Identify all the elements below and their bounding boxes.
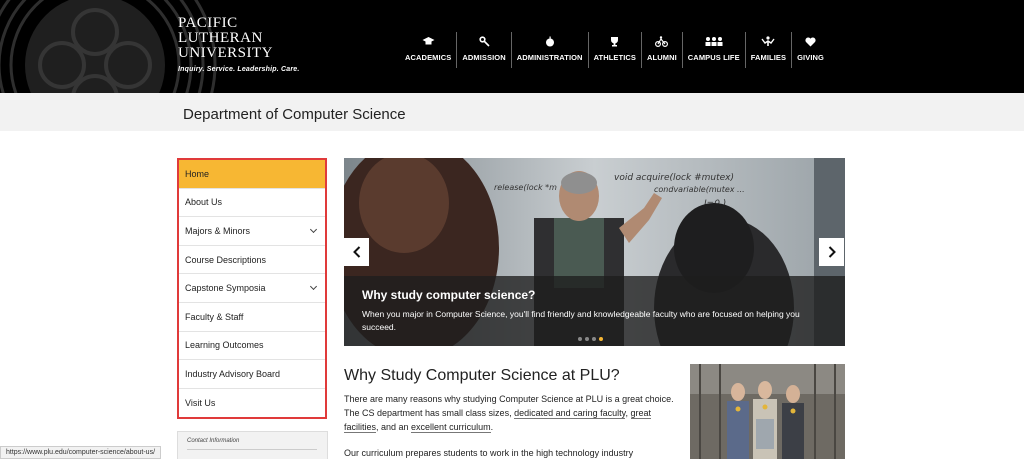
trophy-icon (609, 35, 620, 48)
contact-information-box: Contact Information (177, 431, 328, 459)
sidebar-item-industry-advisory-board[interactable]: Industry Advisory Board (179, 360, 325, 389)
nav-label: FAMILIES (750, 53, 787, 62)
nav-alumni[interactable]: ALUMNI (642, 32, 683, 68)
sidebar-item-label: Majors & Minors (185, 225, 251, 236)
sidebar-item-about-us[interactable]: About Us (179, 189, 325, 218)
key-icon (478, 35, 490, 48)
main-navigation: ACADEMICS ADMISSION ADMINISTRATION ATHLE… (400, 32, 829, 68)
chevron-left-icon (352, 246, 360, 258)
sidebar-item-visit-us[interactable]: Visit Us (179, 389, 325, 418)
nav-admission[interactable]: ADMISSION (457, 32, 512, 68)
section-heading: Why Study Computer Science at PLU? (344, 367, 620, 384)
sidebar-item-label: Capstone Symposia (185, 283, 266, 294)
page-title: Department of Computer Science (183, 106, 406, 123)
nav-label: ACADEMICS (405, 53, 452, 62)
intro-paragraph: There are many reasons why studying Comp… (344, 392, 674, 434)
chevron-down-icon[interactable] (309, 283, 318, 291)
logo-line-2: LUTHERAN (178, 30, 263, 46)
slide-indicators (578, 337, 603, 341)
nav-athletics[interactable]: ATHLETICS (589, 32, 643, 68)
nav-label: ATHLETICS (593, 53, 637, 62)
heart-icon (805, 35, 816, 48)
divider (187, 449, 317, 450)
nav-label: ALUMNI (647, 53, 677, 62)
slide-dot-4[interactable] (599, 337, 603, 341)
nav-label: GIVING (797, 53, 824, 62)
sidebar-item-label: Home (185, 168, 210, 179)
paragraph-text: , and an (376, 422, 412, 432)
slide-dot-2[interactable] (585, 337, 589, 341)
chevron-down-icon[interactable] (309, 225, 318, 234)
nav-label: ADMINISTRATION (516, 53, 583, 62)
chevron-right-icon (828, 246, 836, 258)
university-logo[interactable]: PACIFIC LUTHERAN UNIVERSITY Inquiry. Ser… (178, 15, 300, 74)
logo-tagline: Inquiry. Service. Leadership. Care. (178, 66, 300, 73)
faculty-link[interactable]: dedicated and caring faculty (514, 408, 626, 419)
contact-information-label: Contact Information (187, 438, 240, 444)
board-text: void acquire(lock #mutex) (614, 173, 734, 183)
family-icon (761, 35, 775, 48)
next-slide-button[interactable] (819, 238, 844, 266)
nav-families[interactable]: FAMILIES (746, 32, 793, 68)
slide-text: When you major in Computer Science, you'… (362, 309, 800, 332)
sidebar-item-label: Course Descriptions (185, 254, 267, 265)
nav-academics[interactable]: ACADEMICS (400, 32, 458, 68)
hero-slider: void acquire(lock #mutex) release(lock *… (344, 158, 845, 346)
board-text: release(lock *m (494, 183, 557, 192)
sidebar-navigation: Home About Us Majors & Minors Course Des… (177, 158, 327, 420)
sidebar-item-learning-outcomes[interactable]: Learning Outcomes (179, 332, 325, 361)
sidebar-item-home[interactable]: Home (179, 160, 325, 189)
slide-dot-3[interactable] (592, 337, 596, 341)
sidebar-item-label: Faculty & Staff (185, 311, 244, 322)
sidebar-item-capstone-symposia[interactable]: Capstone Symposia (179, 274, 325, 303)
paragraph-text: . (490, 422, 494, 432)
people-icon (705, 35, 723, 48)
sidebar-item-course-descriptions[interactable]: Course Descriptions (179, 246, 325, 275)
bike-icon (655, 35, 669, 48)
nav-administration[interactable]: ADMINISTRATION (512, 32, 589, 68)
curriculum-link[interactable]: excellent curriculum (411, 422, 491, 433)
nav-label: CAMPUS LIFE (687, 53, 740, 62)
nav-campus-life[interactable]: CAMPUS LIFE (683, 32, 746, 68)
sidebar-item-label: Industry Advisory Board (185, 368, 281, 379)
page-title-band: Department of Computer Science (0, 93, 1024, 131)
board-text: condvariable(mutex ... (654, 185, 745, 194)
sidebar-item-faculty-staff[interactable]: Faculty & Staff (179, 303, 325, 332)
sidebar-item-label: Visit Us (185, 398, 216, 409)
slide-dot-1[interactable] (578, 337, 582, 341)
nav-label: ADMISSION (462, 53, 506, 62)
browser-status-url: https://www.plu.edu/computer-science/abo… (0, 446, 162, 459)
slide-title: Why study computer science? (362, 288, 536, 302)
logo-line-1: PACIFIC (178, 15, 238, 31)
logo-line-3: UNIVERSITY (178, 45, 273, 61)
sidebar-item-label: About Us (185, 197, 223, 208)
nav-giving[interactable]: GIVING (792, 32, 829, 68)
slide-caption: Why study computer science? When you maj… (344, 276, 845, 346)
students-photo (690, 364, 845, 459)
graduation-cap-icon (422, 35, 435, 48)
sidebar-item-majors-minors[interactable]: Majors & Minors (179, 217, 325, 246)
paragraph-text: , (625, 408, 631, 418)
previous-slide-button[interactable] (344, 238, 369, 266)
sidebar-item-label: Learning Outcomes (185, 340, 264, 351)
site-header: PACIFIC LUTHERAN UNIVERSITY Inquiry. Ser… (0, 0, 1024, 93)
curriculum-paragraph: Our curriculum prepares students to work… (344, 448, 634, 458)
apple-icon (545, 35, 555, 48)
